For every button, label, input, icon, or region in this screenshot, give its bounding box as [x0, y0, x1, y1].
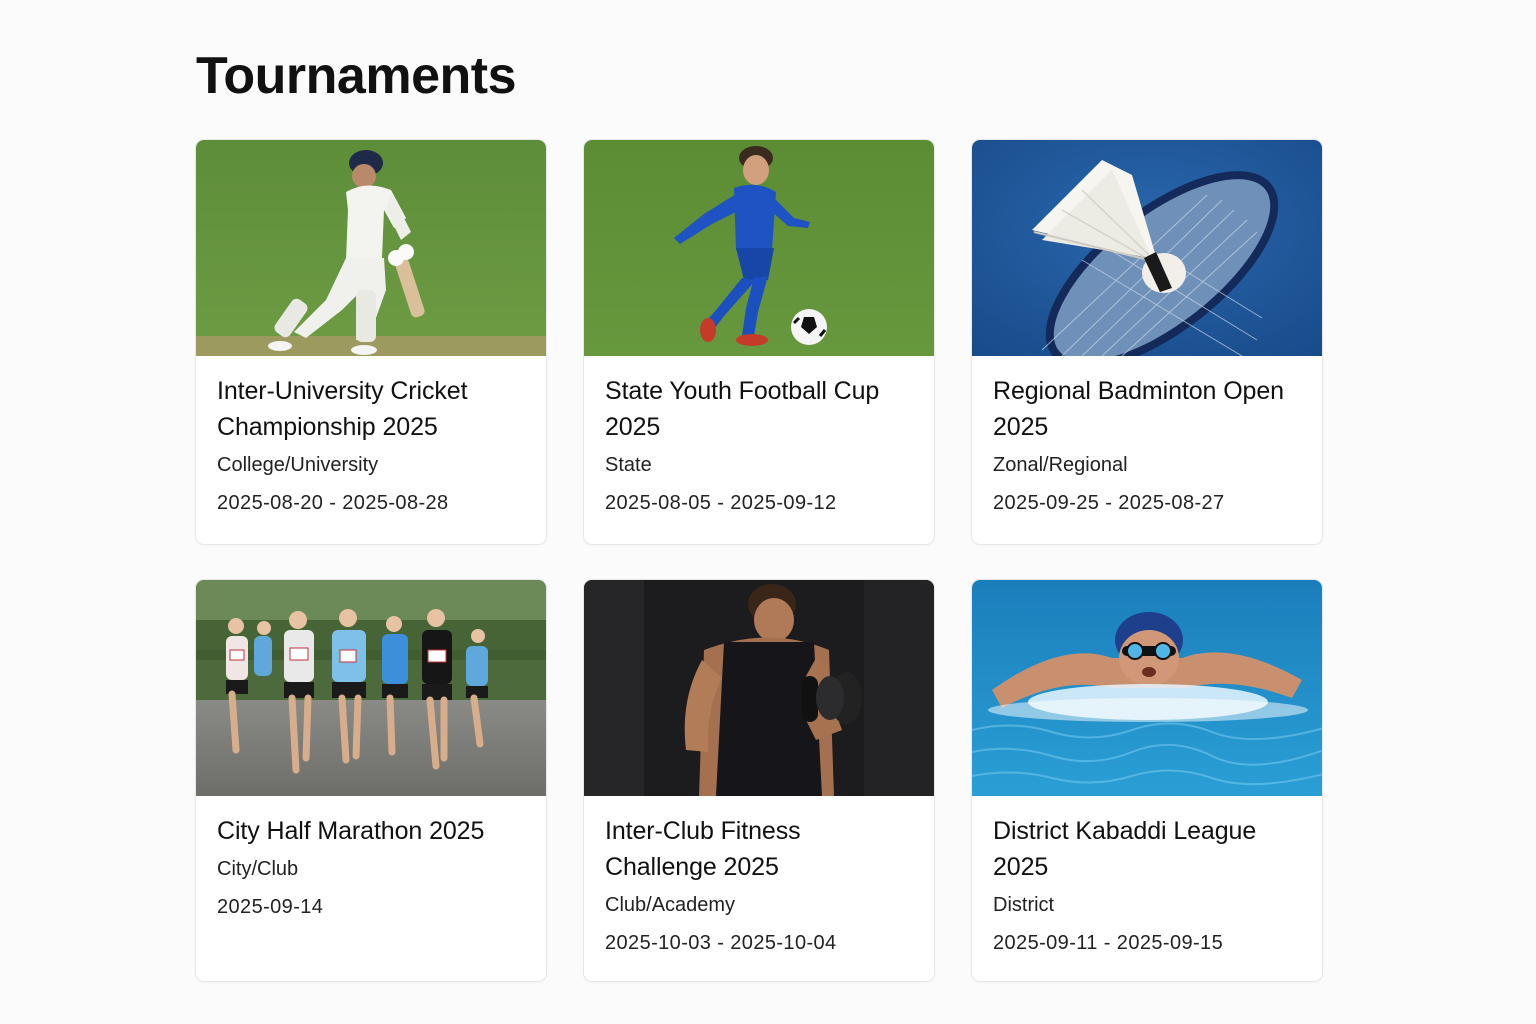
tournament-level: State: [605, 454, 652, 476]
tournament-dates: 2025-08-20 - 2025-08-28: [217, 492, 449, 514]
tournament-level: Zonal/Regional: [993, 454, 1128, 476]
swimmer-butterfly-photo: [972, 580, 1322, 796]
page-title: Tournaments: [196, 47, 517, 105]
tournament-card[interactable]: Inter-University Cricket Championship 20…: [195, 139, 547, 545]
tournament-dates: 2025-08-05 - 2025-09-12: [605, 492, 837, 514]
tournament-grid: Inter-University Cricket Championship 20…: [195, 139, 1323, 982]
tournament-card[interactable]: Regional Badminton Open 2025 Zonal/Regio…: [971, 139, 1323, 545]
tournament-level: College/University: [217, 454, 379, 476]
tournament-card[interactable]: District Kabaddi League 2025 District 20…: [971, 579, 1323, 982]
tournament-card[interactable]: City Half Marathon 2025 City/Club 2025-0…: [195, 579, 547, 982]
shuttlecock-racket-photo: [972, 140, 1322, 356]
cricket-batsman-photo: [196, 140, 546, 356]
tournament-level: District: [993, 894, 1055, 916]
tournament-level: Club/Academy: [605, 894, 736, 916]
tournament-title: City Half Marathon 2025: [217, 817, 485, 845]
marathon-runners-photo: [196, 580, 546, 796]
youth-football-player-photo: [584, 140, 934, 356]
tournament-dates: 2025-09-11 - 2025-09-15: [993, 932, 1224, 954]
tournament-title: Inter-University Cricket Championship 20…: [217, 377, 468, 441]
tournament-dates: 2025-09-14: [217, 896, 324, 918]
tournament-dates: 2025-10-03 - 2025-10-04: [605, 932, 837, 954]
dumbbell-curl-photo: [584, 580, 934, 796]
tournament-title: Regional Badminton Open 2025: [993, 377, 1284, 441]
tournament-level: City/Club: [217, 858, 299, 880]
tournament-dates: 2025-09-25 - 2025-08-27: [993, 492, 1225, 514]
tournament-title: District Kabaddi League 2025: [993, 817, 1257, 881]
tournament-title: State Youth Football Cup 2025: [605, 377, 880, 441]
tournament-title: Inter-Club Fitness Challenge 2025: [605, 817, 801, 881]
tournament-card[interactable]: Inter-Club Fitness Challenge 2025 Club/A…: [583, 579, 935, 982]
tournament-card[interactable]: State Youth Football Cup 2025 State 2025…: [583, 139, 935, 545]
